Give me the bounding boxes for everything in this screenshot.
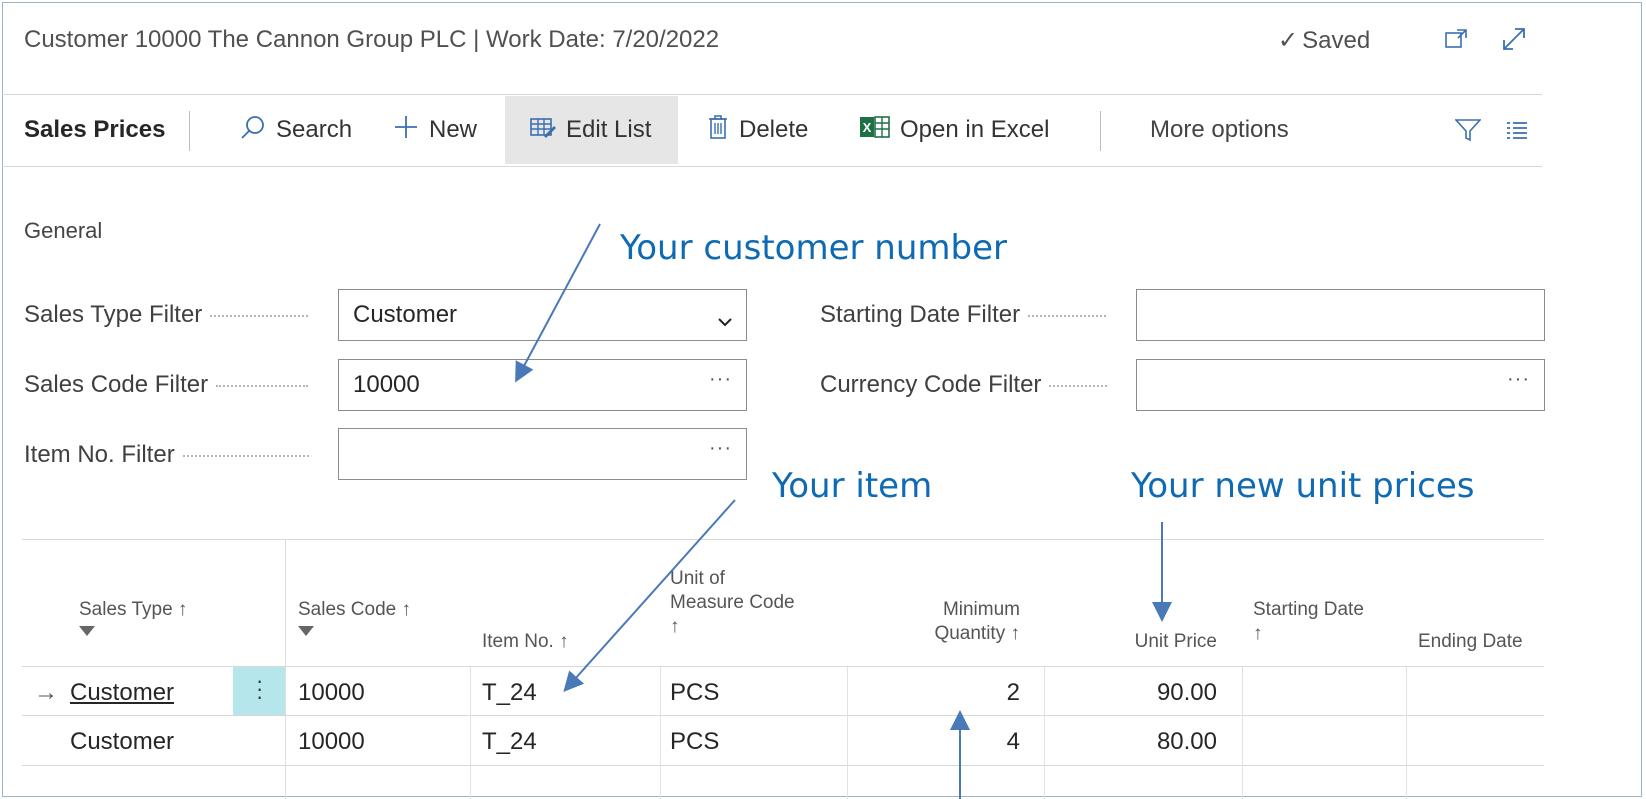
arrow-to-item — [563, 499, 736, 692]
arrow-to-sales-code — [515, 223, 601, 383]
annotation-arrows — [515, 223, 1172, 799]
